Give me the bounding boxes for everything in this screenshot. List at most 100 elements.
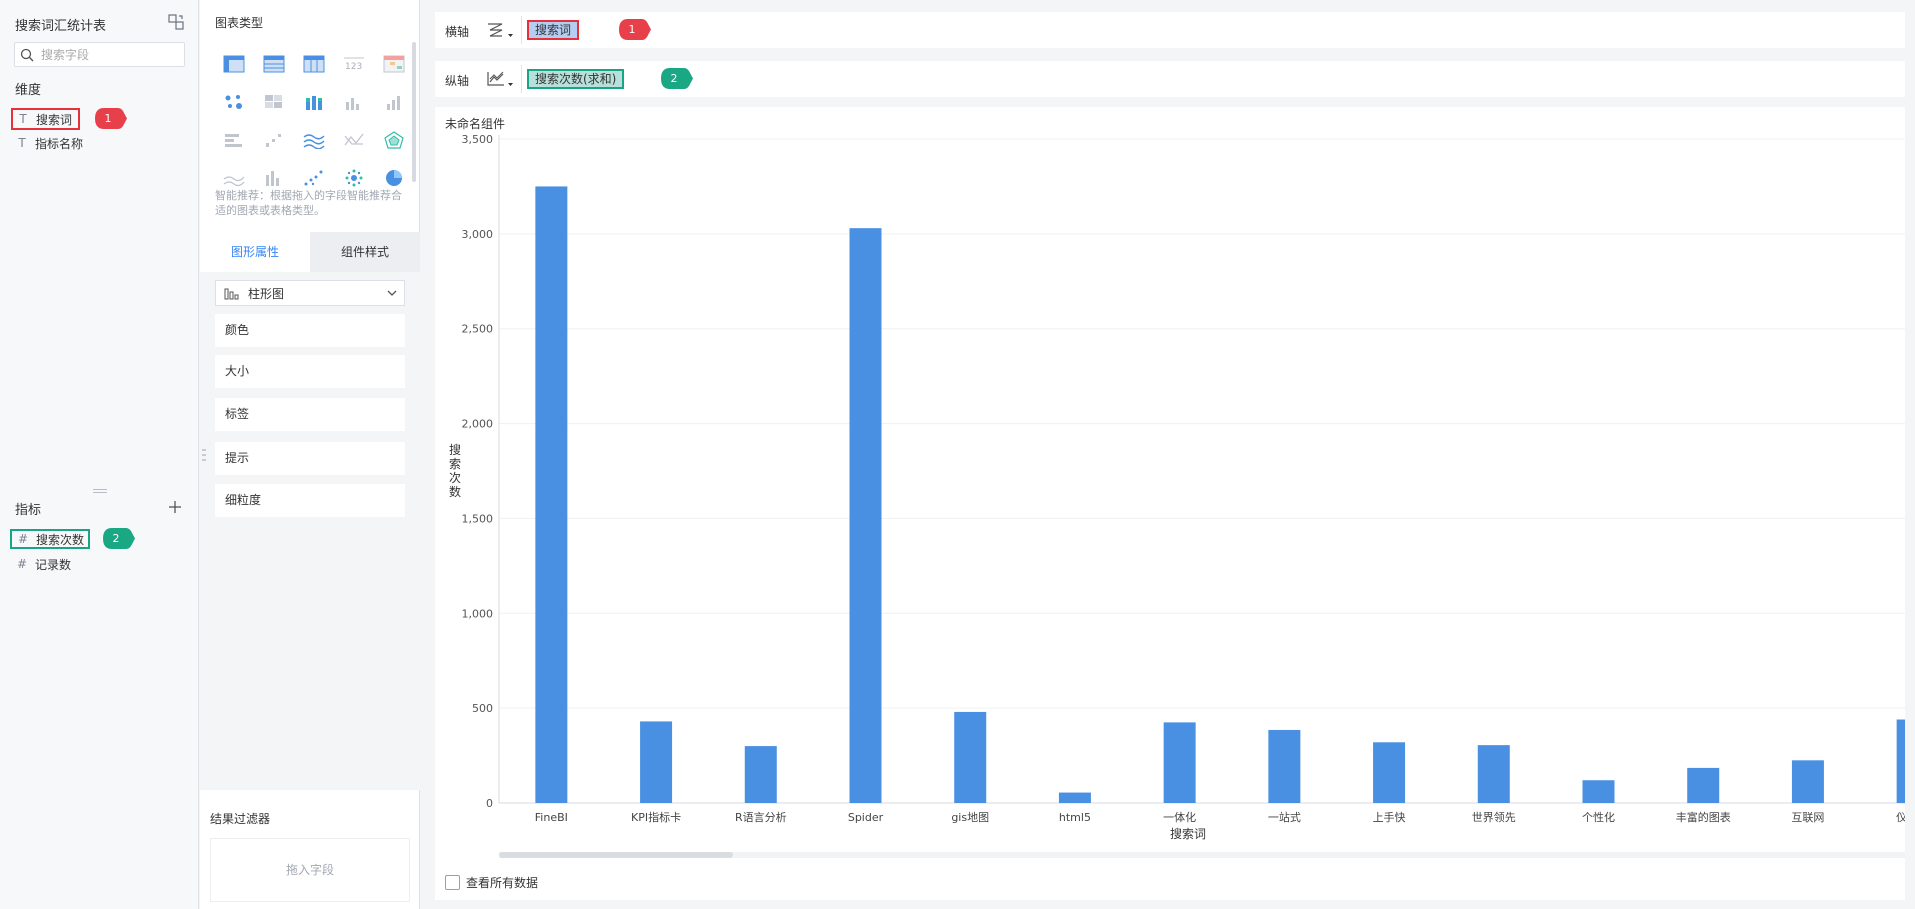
prop-granularity[interactable]: 细粒度 <box>215 484 405 517</box>
x-axis-bar: 横轴 搜索词 1 <box>435 12 1905 48</box>
scatter-icon[interactable] <box>254 121 294 159</box>
kpi-number-icon[interactable]: 123 <box>334 45 374 83</box>
graph-properties: 柱形图 颜色 大小 标签 提示 细粒度 <box>200 272 420 790</box>
x-tick-label: 仪表板 <box>1896 810 1905 824</box>
field-panel: 搜索词汇统计表 维度 T 搜索词 1 T 指标名称 指标 # 搜索次数 2 # <box>0 0 199 909</box>
chart-config-panel: 图表类型 123 智能推荐：根据拖入的字段智能推荐合适的图表或表格类型。 图形属… <box>200 0 420 909</box>
stacked-bar-icon[interactable] <box>294 83 334 121</box>
component-name: 未命名组件 <box>445 117 506 131</box>
panel-splitter[interactable] <box>93 489 107 493</box>
bar <box>1058 792 1091 803</box>
x-axis-type-icon[interactable] <box>485 21 515 39</box>
scatter-grid-icon[interactable] <box>214 83 254 121</box>
bar <box>1373 742 1406 803</box>
y-tick-label: 3,000 <box>462 228 494 241</box>
x-tick-label: R语言分析 <box>735 810 787 824</box>
add-metric-icon[interactable] <box>168 500 182 514</box>
y-tick-label: 500 <box>472 702 493 715</box>
chart-type-select-value: 柱形图 <box>248 286 285 301</box>
grouped-table-icon[interactable] <box>294 45 334 83</box>
metric-field-record-count[interactable]: # 记录数 <box>15 554 71 574</box>
chart-workspace: 横轴 搜索词 1 纵轴 搜索次数(求和) 2 0 500 1,000 1,500 2,0… <box>421 0 1915 909</box>
smart-recommend-hint: 智能推荐：根据拖入的字段智能推荐合适的图表或表格类型。 <box>215 189 402 217</box>
x-tick-label: 个性化 <box>1582 810 1615 824</box>
prop-tooltip[interactable]: 提示 <box>215 442 405 475</box>
bar <box>640 721 673 803</box>
chart-horizontal-scrollbar[interactable] <box>499 852 1905 858</box>
x-axis-field-pill[interactable]: 搜索词 <box>527 20 580 40</box>
x-tick-label: 一站式 <box>1268 810 1301 824</box>
radar-icon[interactable] <box>374 121 414 159</box>
heat-grid-icon[interactable] <box>254 83 294 121</box>
y-axis-title-char: 索 <box>449 457 461 471</box>
y-tick-label: 0 <box>486 797 493 810</box>
badge-two: 2 <box>660 67 694 90</box>
color-table-icon[interactable] <box>374 45 414 83</box>
multi-line-icon[interactable] <box>294 121 334 159</box>
chart-type-scrollbar[interactable] <box>412 42 416 182</box>
bar-chart-icon[interactable] <box>334 83 374 121</box>
x-axis-divider <box>521 16 522 44</box>
y-tick-label: 3,500 <box>462 133 494 146</box>
x-tick-label: FineBI <box>535 811 568 824</box>
drag-handle-icon[interactable] <box>202 448 206 462</box>
checkbox-box[interactable] <box>445 875 460 890</box>
tab-component-style[interactable]: 组件样式 <box>310 232 420 272</box>
show-all-data-checkbox[interactable]: 查看所有数据 <box>445 874 538 891</box>
x-axis-title: 搜索词 <box>1170 826 1206 841</box>
dimension-field-metric-name[interactable]: T 指标名称 <box>15 133 83 153</box>
x-tick-label: 一体化 <box>1163 810 1196 824</box>
x-tick-label: 上手快 <box>1373 810 1406 824</box>
y-tick-label: 1,000 <box>462 607 494 620</box>
scroll-thumb[interactable] <box>499 852 733 858</box>
badge-two: 2 <box>102 527 136 550</box>
column-chart-icon[interactable] <box>374 83 414 121</box>
switch-dataset-icon[interactable] <box>168 14 184 30</box>
prop-size[interactable]: 大小 <box>215 355 405 388</box>
cross-table-icon[interactable] <box>214 45 254 83</box>
chart-type-grid: 123 <box>214 45 414 197</box>
x-tick-label: KPI指标卡 <box>631 810 681 824</box>
field-search <box>14 42 185 67</box>
x-tick-label: Spider <box>848 811 884 824</box>
chart-type-select[interactable]: 柱形图 <box>215 280 405 306</box>
y-axis-field-pill[interactable]: 搜索次数(求和) <box>527 69 625 89</box>
y-axis-divider <box>521 65 522 93</box>
y-tick-label: 2,000 <box>462 418 494 431</box>
tab-graph-properties[interactable]: 图形属性 <box>200 232 310 272</box>
prop-label[interactable]: 标签 <box>215 398 405 431</box>
bar <box>1268 729 1301 803</box>
config-tabs: 图形属性 组件样式 <box>200 232 420 272</box>
chart-component: 0 500 1,000 1,500 2,000 2,500 3,000 3,500 FineBI… <box>435 107 1905 900</box>
bar <box>535 186 568 803</box>
x-tick-label: 世界领先 <box>1472 811 1516 824</box>
field-search-input[interactable] <box>41 46 181 64</box>
horizontal-bar-icon[interactable] <box>214 121 254 159</box>
prop-color[interactable]: 颜色 <box>215 314 405 347</box>
line-cross-icon[interactable] <box>334 121 374 159</box>
number-type-icon: # <box>17 532 29 546</box>
bar <box>1163 722 1196 803</box>
detail-table-icon[interactable] <box>254 45 294 83</box>
bar <box>1477 745 1510 803</box>
result-filter-title: 结果过滤器 <box>210 812 271 826</box>
svg-text:123: 123 <box>345 62 362 72</box>
y-axis-type-icon[interactable] <box>485 70 515 88</box>
field-label: 搜索词 <box>36 112 73 127</box>
search-icon <box>20 48 34 62</box>
show-all-data-label: 查看所有数据 <box>466 876 539 890</box>
metric-field-search-count[interactable]: # 搜索次数 <box>10 529 91 549</box>
bar <box>849 228 882 803</box>
x-tick-label: html5 <box>1059 811 1091 824</box>
bar <box>1687 767 1720 803</box>
result-filter-dropzone[interactable]: 拖入字段 <box>210 838 410 902</box>
bar <box>1791 760 1824 803</box>
x-tick-label: gis地图 <box>951 811 989 824</box>
bar <box>1896 719 1905 803</box>
badge-one: 1 <box>618 18 652 41</box>
metrics-label: 指标 <box>15 503 42 518</box>
y-axis-label: 纵轴 <box>445 74 470 88</box>
dimension-field-search-term[interactable]: T 搜索词 <box>11 108 81 130</box>
y-tick-label: 2,500 <box>462 323 494 336</box>
y-axis-bar: 纵轴 搜索次数(求和) 2 <box>435 61 1905 97</box>
